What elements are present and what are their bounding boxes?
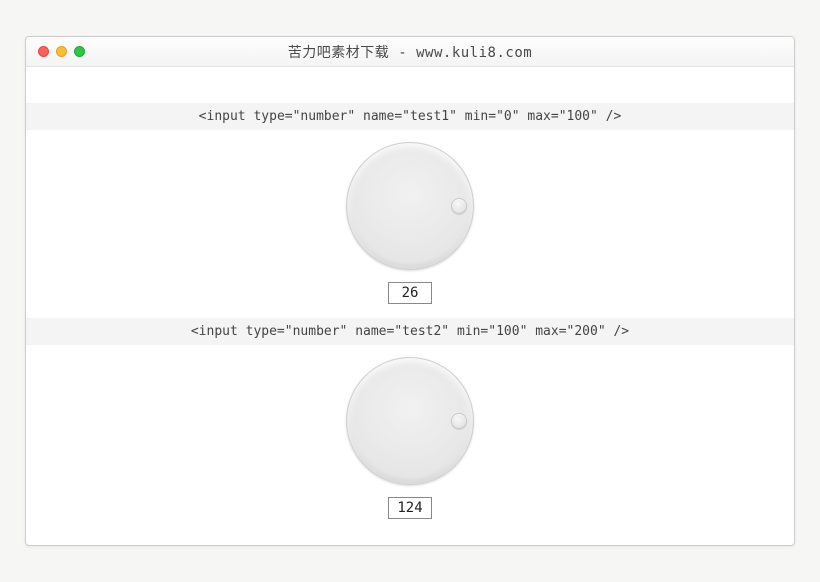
dial-knob-1[interactable] [346, 142, 474, 270]
value-input-1[interactable]: 26 [388, 282, 432, 304]
dial-indicator-icon [451, 198, 467, 214]
dial-knob-2[interactable] [346, 357, 474, 485]
value-input-2[interactable]: 124 [388, 497, 432, 519]
dial-indicator-icon [451, 413, 467, 429]
titlebar: 苦力吧素材下载 - www.kuli8.com [26, 37, 794, 67]
code-label-2: <input type="number" name="test2" min="1… [26, 318, 794, 345]
dial-group-2: 124 [26, 345, 794, 533]
window-title: 苦力吧素材下载 - www.kuli8.com [26, 42, 794, 62]
app-window: 苦力吧素材下载 - www.kuli8.com <input type="num… [25, 36, 795, 546]
code-label-1: <input type="number" name="test1" min="0… [26, 103, 794, 130]
content-area: <input type="number" name="test1" min="0… [26, 67, 794, 533]
dial-group-1: 26 [26, 130, 794, 318]
